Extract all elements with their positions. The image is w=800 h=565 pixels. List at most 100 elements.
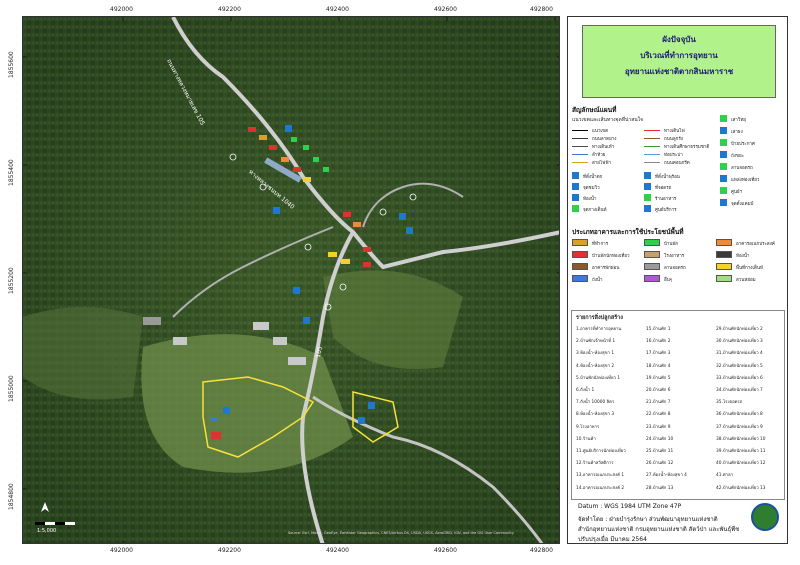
park-name: อุทยานแห่งชาติตากสินมหาราช [624,67,734,76]
datum-text: Datum : WGS 1984 UTM Zone 47P [578,503,682,510]
point-symbol-icon [572,172,579,179]
landuse-label: อื่นๆ [664,278,673,283]
point-symbol-label: ถังขยะ [731,154,745,159]
x-tick-label: 492800 [530,6,553,13]
y-tick-label: 1855200 [8,267,15,294]
satellite-map[interactable] [23,17,560,544]
line-symbol-label: ถนนลูกรัง [664,137,683,142]
point-symbol-icon [720,199,727,206]
building-list-item: 25.บ้านพัก 11 [646,449,674,454]
landuse-swatch [644,263,660,270]
landuse-label: ถังน้ำ [592,278,603,283]
building-list-item: 18.บ้านพัก 4 [646,363,671,369]
point-symbol-icon [644,205,651,212]
building-list-item: 40.บ้านพักนักท่องเที่ยว 12 [716,461,766,467]
landuse-swatch [572,263,588,270]
y-tick-label: 1855400 [8,159,15,186]
building-list-item: 22.บ้านพัก 8 [646,412,671,418]
building-list-item: 42.บ้านพักนักท่องเที่ยว 13 [716,485,766,491]
line-symbol [572,162,588,164]
building-list-heading: รายการสิ่งปลูกสร้าง [576,315,623,321]
building-list-item: 6.ถังน้ำ 1 [576,388,595,393]
map-title: ผังปัจจุบัน [662,35,696,44]
landuse-heading: ประเภทอาคารและการใช้ประโยชน์พื้นที่ [572,228,684,236]
line-symbol-label: ถนนคอนกรีต [664,161,690,166]
building-list-item: 34.บ้านพักนักท่องเที่ยว 7 [716,388,763,393]
building-list-box: รายการสิ่งปลูกสร้าง 1.อาคารที่ทำการอุทยา… [571,310,785,500]
legend-heading: สัญลักษณ์แผนที่ [572,106,617,114]
x-tick-label: 492400 [326,547,349,554]
y-tick-label: 1855000 [8,375,15,402]
point-symbol-label: ป้ายประกาศ [731,142,755,147]
line-symbol-label: ถนนลาดยาง [592,137,617,142]
landuse-label: บ้านพักนักท่องเที่ยว [592,254,630,259]
point-symbol-label: ลานจอดรถ [731,166,753,171]
building-list-item: 5.บ้านพักนักท่องเที่ยว 1 [576,375,620,381]
landuse-label: บ้านพัก [664,242,679,247]
landuse-swatch [572,275,588,282]
point-symbol-label: จุดชมวิว [583,186,600,191]
line-symbol [644,146,660,148]
department-logo [751,503,779,531]
point-symbol-icon [720,175,727,182]
point-symbol-label: จุดตั้งแคมป์ [731,202,754,207]
point-symbol-icon [720,151,727,158]
building-list-item: 32.บ้านพักนักท่องเที่ยว 5 [716,363,763,369]
point-symbol-label: ที่ตั้งน้ำพุร้อน [655,175,680,180]
point-symbol-label: ศูนย์ฯ [731,190,743,195]
building-list-item: 41.ศาลา [716,473,734,479]
building-list-item: 3.ห้องน้ำ-ห้องสุขา 1 [576,351,615,357]
map-subtitle: บริเวณที่ทำการอุทยาน [640,51,718,60]
point-symbol-label: ที่ตั้งน้ำตก [583,175,603,180]
point-symbol-label: จุดกางเต็นท์ [583,208,607,213]
map-credits: Source: Esri, Maxar, GeoEye, Earthstar G… [288,531,514,535]
landuse-swatch [716,275,732,282]
line-symbol-label: ทางเดินศึกษาธรรมชาติ [664,145,710,150]
point-symbol-label: ร้านอาหาร [655,197,677,202]
point-symbol-icon [720,115,727,122]
building-list-item: 17.บ้านพัก 3 [646,351,671,357]
landuse-swatch [572,251,588,258]
y-tick-label: 1855600 [8,51,15,78]
building-list-item: 11.ศูนย์บริการนักท่องเที่ยว [576,449,626,454]
building-list-item: 21.บ้านพัก 7 [646,400,671,406]
line-symbol [644,138,660,140]
landuse-swatch [572,239,588,246]
line-symbol [644,154,660,156]
landuse-swatch [716,251,732,258]
building-list-item: 29.บ้านพักนักท่องเที่ยว 2 [716,327,763,332]
building-list-item: 4.ห้องน้ำ-ห้องสุขา 2 [576,363,615,369]
point-symbol-icon [720,163,727,170]
point-symbol-label: เสาธง [731,130,743,135]
x-tick-label: 492600 [434,547,457,554]
building-list-item: 1.อาคารที่ทำการอุทยาน [576,327,622,332]
point-symbol-label: ที่จอดรถ [655,186,672,191]
x-tick-label: 492200 [218,547,241,554]
building-list-item: 14.อาคารอเนกประสงค์ 2 [576,485,625,491]
x-tick-label: 492000 [110,6,133,13]
map-title-box: ผังปัจจุบัน บริเวณที่ทำการอุทยาน อุทยานแ… [582,25,776,98]
landuse-swatch [644,251,660,258]
building-list-item: 19.บ้านพัก 5 [646,375,671,381]
line-symbol-label: ทางเดินเท้า [592,145,615,150]
point-symbol-icon [720,127,727,134]
landuse-swatch [644,239,660,246]
made-by-text: จัดทำโดย : ฝ่ายบำรุงรักษา ส่วนพัฒนาอุทยา… [578,516,718,523]
office-text: สำนักอุทยานแห่งชาติ กรมอุทยานแห่งชาติ สั… [578,526,740,533]
building-list-item: 23.บ้านพัก 9 [646,424,671,430]
point-symbol-icon [720,187,727,194]
x-tick-label: 492200 [218,6,241,13]
x-tick-label: 492400 [326,6,349,13]
x-tick-label: 492000 [110,547,133,554]
landuse-label: อาคารพักผ่อน [592,266,620,271]
grass-area [23,307,143,400]
building-list-item: 8.ห้องน้ำ-ห้องสุขา 3 [576,412,615,418]
landuse-label: ห้องน้ำ [736,254,750,259]
updated-text: ปรับปรุงเมื่อ มีนาคม 2564 [578,536,647,543]
building-list-item: 36.บ้านพักนักท่องเที่ยว 8 [716,412,763,418]
scale-label: 1:5,000 [37,528,57,534]
building-list-item: 26.บ้านพัก 12 [646,461,674,467]
building-list-item: 31.บ้านพักนักท่องเที่ยว 4 [716,351,763,357]
map-frame[interactable]: ถนนทางหลวงหมายเลข 105 ทางหลวงชนบท 1040 1… [22,16,560,544]
building-list-item: 39.บ้านพักนักท่องเที่ยว 11 [716,449,766,454]
